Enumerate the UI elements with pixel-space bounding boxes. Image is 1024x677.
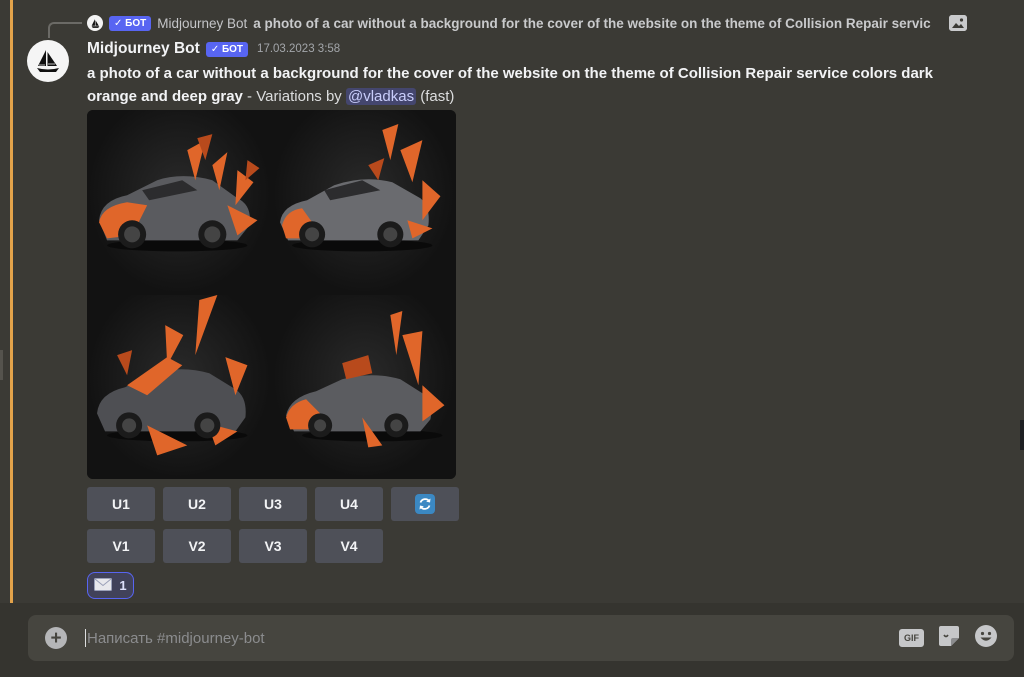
sticker-icon (938, 625, 960, 652)
image-icon (949, 15, 968, 31)
left-edge-handle (0, 350, 3, 380)
variations-text: - Variations by (242, 88, 346, 105)
prompt-text: a photo of a car without a background fo… (87, 65, 933, 105)
image-tile-4 (271, 294, 456, 479)
generated-image-grid[interactable] (87, 110, 456, 479)
message-composer: + GIF (28, 615, 1014, 661)
upscale-button-row: U1 U2 U3 U4 (87, 487, 459, 521)
username[interactable]: Midjourney Bot (87, 40, 200, 58)
u1-button[interactable]: U1 (87, 487, 155, 521)
scrollbar-thumb[interactable] (1020, 420, 1024, 450)
v4-button[interactable]: V4 (315, 529, 383, 563)
emoji-button[interactable] (974, 624, 998, 653)
v3-button[interactable]: V3 (239, 529, 307, 563)
reaction-count: 1 (119, 578, 127, 593)
plus-icon: + (50, 627, 62, 649)
variation-button-row: V1 V2 V3 V4 (87, 529, 383, 563)
text-caret (85, 629, 86, 647)
u3-button[interactable]: U3 (239, 487, 307, 521)
refresh-icon (415, 494, 435, 514)
mode-text: (fast) (416, 88, 455, 105)
bot-badge: ✓ БОТ (109, 15, 152, 31)
reply-avatar (87, 15, 103, 31)
message-content: a photo of a car without a background fo… (87, 62, 987, 108)
message-input[interactable] (87, 629, 899, 647)
reply-reference[interactable]: ✓ БОТ Midjourney Bot a photo of a car wi… (49, 12, 1019, 34)
gif-icon: GIF (899, 629, 924, 647)
reaction-envelope[interactable]: 1 (87, 572, 134, 599)
u2-button[interactable]: U2 (163, 487, 231, 521)
gif-button[interactable]: GIF (899, 629, 924, 647)
u4-button[interactable]: U4 (315, 487, 383, 521)
avatar[interactable] (27, 40, 69, 82)
reply-author[interactable]: Midjourney Bot (157, 16, 247, 31)
v2-button[interactable]: V2 (163, 529, 231, 563)
image-tile-2 (271, 110, 456, 295)
image-tile-1 (87, 110, 272, 295)
v1-button[interactable]: V1 (87, 529, 155, 563)
image-tile-3 (87, 294, 272, 479)
user-mention[interactable]: @vladkas (345, 88, 417, 105)
mention-highlight-bar (10, 0, 13, 603)
reply-snippet[interactable]: a photo of a car without a background fo… (253, 16, 943, 31)
message-header: Midjourney Bot ✓ БОТ 17.03.2023 3:58 (87, 40, 340, 58)
add-attachment-button[interactable]: + (45, 627, 67, 649)
smiley-icon (974, 624, 998, 653)
bot-badge: ✓ БОТ (205, 41, 249, 57)
envelope-icon (94, 577, 113, 594)
sticker-button[interactable] (938, 625, 960, 652)
reroll-button[interactable] (391, 487, 459, 521)
timestamp[interactable]: 17.03.2023 3:58 (257, 43, 340, 55)
